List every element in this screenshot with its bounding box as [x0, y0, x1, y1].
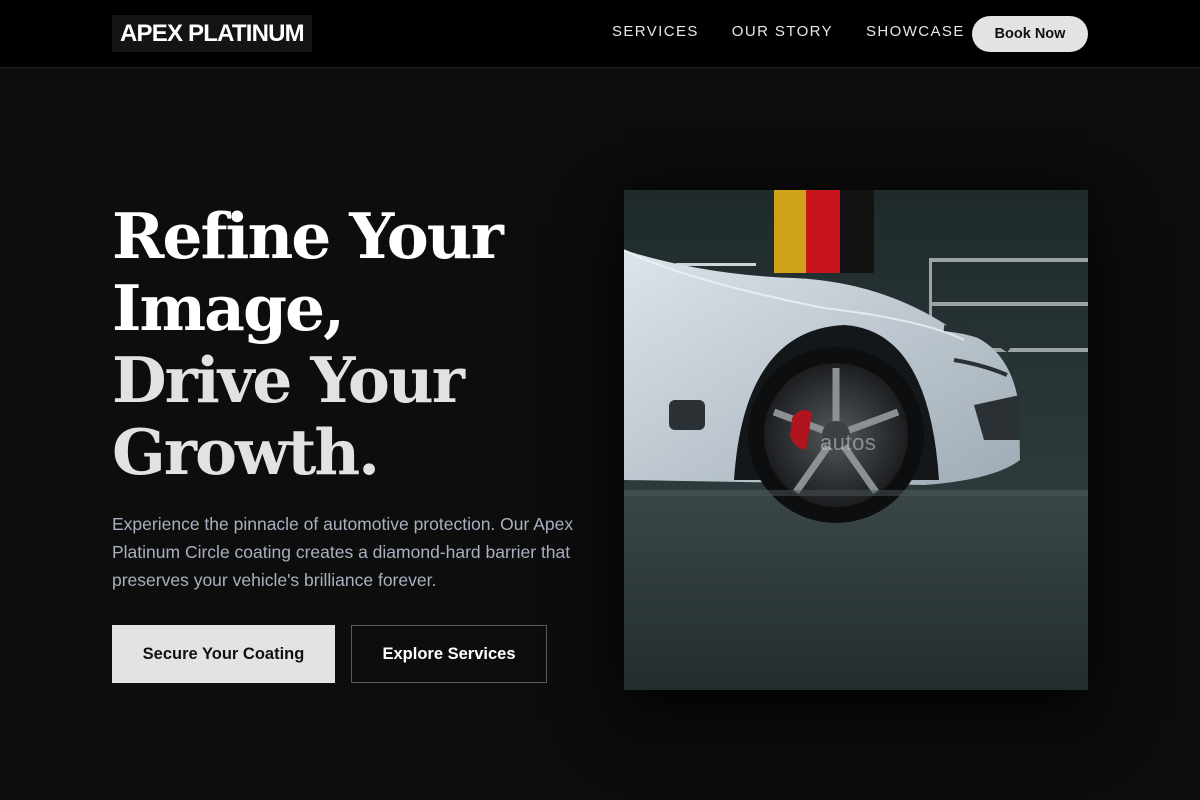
explore-services-button[interactable]: Explore Services	[351, 625, 547, 683]
nav-link-showcase[interactable]: SHOWCASE	[866, 23, 965, 41]
hero-headline: Refine Your Image, Drive Your Growth.	[112, 200, 592, 488]
secure-coating-button[interactable]: Secure Your Coating	[112, 625, 335, 683]
book-now-button[interactable]: Book Now	[972, 16, 1088, 52]
nav-link-our-story[interactable]: OUR STORY	[732, 23, 833, 41]
headline-line-4: Growth.	[112, 415, 380, 489]
nav-link-services[interactable]: SERVICES	[612, 23, 699, 41]
headline-line-2: Image,	[112, 271, 345, 345]
headline-line-3: Drive Your	[112, 343, 465, 417]
navbar: APEX PLATINUM SERVICES OUR STORY SHOWCAS…	[0, 0, 1200, 68]
image-watermark: autos	[820, 430, 877, 455]
brand-logo[interactable]: APEX PLATINUM	[112, 15, 312, 52]
hero-description: Experience the pinnacle of automotive pr…	[112, 514, 574, 590]
nav-links: SERVICES OUR STORY SHOWCASE	[612, 23, 998, 41]
headline-line-1: Refine Your	[112, 199, 504, 273]
hero-car-image: autos	[624, 190, 1088, 690]
